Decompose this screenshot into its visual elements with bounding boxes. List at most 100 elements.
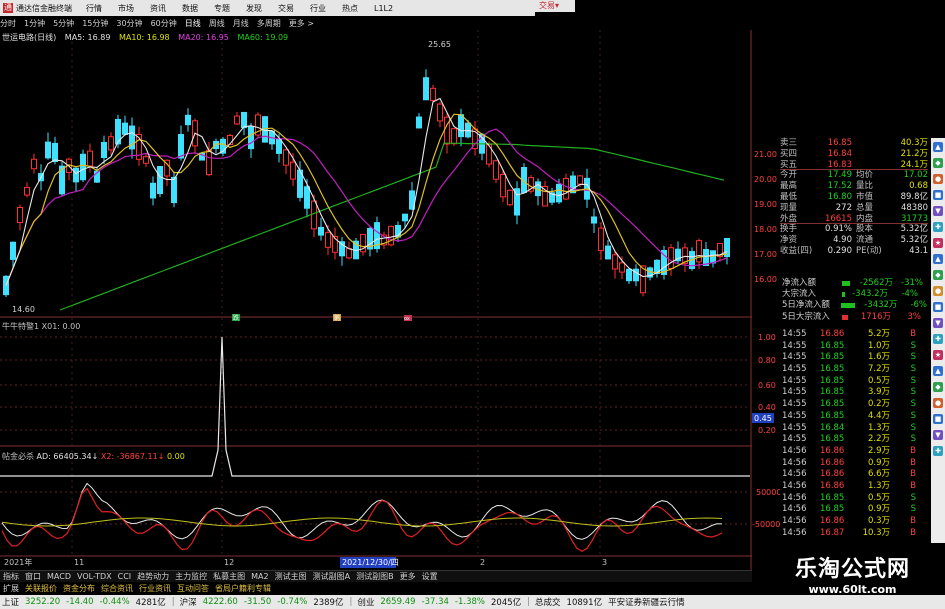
tick-row: 14:56 16.86 6.6万 B xyxy=(782,469,927,481)
tick-list[interactable]: 14:55 16.86 5.2万 B 14:55 16.85 1.0万 S 14:55 16.85… xyxy=(782,329,927,539)
menu-item-faxian[interactable]: 发现 xyxy=(246,3,262,14)
tool-icon[interactable]: ★ xyxy=(933,238,943,248)
tab-private[interactable]: 私募主图 xyxy=(213,571,245,582)
tool-icon[interactable]: ✚ xyxy=(933,222,943,232)
tab-test-main[interactable]: 测试主图 xyxy=(275,571,307,582)
period-60min[interactable]: 60分钟 xyxy=(151,18,177,29)
tab-industry-news[interactable]: 行业资讯 xyxy=(139,583,171,594)
candle-body xyxy=(311,200,317,230)
app-title: 通达信金融终端 xyxy=(16,3,72,13)
tool-icon[interactable]: ▼ xyxy=(933,318,943,328)
tab-ma2[interactable]: MA2 xyxy=(251,572,268,581)
tool-icon[interactable]: ■ xyxy=(933,414,943,424)
candle-body xyxy=(248,125,254,150)
menu-item-zixun[interactable]: 资讯 xyxy=(150,3,166,14)
tool-icon[interactable]: ★ xyxy=(933,350,943,360)
menu-item-redian[interactable]: 热点 xyxy=(342,3,358,14)
tool-icon[interactable]: ▼ xyxy=(933,206,943,216)
tool-icon[interactable]: ✚ xyxy=(933,446,943,456)
tick-volume: 0.5万 xyxy=(867,375,890,386)
menu-item-shichang[interactable]: 市场 xyxy=(118,3,134,14)
tab-more[interactable]: 更多 xyxy=(400,571,416,582)
period-5min[interactable]: 5分钟 xyxy=(53,18,74,29)
tool-icon[interactable]: ◆ xyxy=(933,158,943,168)
flow-bar xyxy=(842,314,848,320)
tab-fund-dist[interactable]: 资金分布 xyxy=(63,583,95,594)
tab-test-b[interactable]: 测试副图B xyxy=(356,571,394,582)
period-bar: 分时 1分钟 5分钟 15分钟 30分钟 60分钟 日线 周线 月线 多周期 更… xyxy=(0,16,535,30)
tab-special[interactable]: 省局户籍利专辑 xyxy=(215,583,271,594)
trade-button[interactable]: 交易▾ xyxy=(535,0,575,12)
period-monthly[interactable]: 月线 xyxy=(233,18,249,29)
index-name[interactable]: 上证 xyxy=(2,596,19,608)
tool-icon[interactable]: ▲ xyxy=(933,254,943,264)
candle-body xyxy=(31,158,37,170)
index-name[interactable]: 创业 xyxy=(357,596,374,608)
tick-price: 16.86 xyxy=(820,516,845,526)
candle-body xyxy=(80,153,86,181)
tool-icon[interactable]: ■ xyxy=(933,302,943,312)
tool-icon[interactable]: ● xyxy=(933,174,943,184)
period-weekly[interactable]: 周线 xyxy=(209,18,225,29)
tick-direction: B xyxy=(910,527,916,538)
tab-vol[interactable]: VOL-TDX xyxy=(77,572,112,581)
flow-row: 5日大宗流入 1716万 3% xyxy=(782,311,921,322)
tool-icon[interactable]: ■ xyxy=(933,190,943,200)
tick-price: 16.85 xyxy=(820,492,845,503)
candle-body xyxy=(45,141,51,159)
tick-volume: 10.3万 xyxy=(862,527,890,538)
index-name[interactable]: 沪深 xyxy=(180,596,197,608)
tab-test-a[interactable]: 测试副图A xyxy=(313,571,350,582)
tool-icon[interactable]: ✚ xyxy=(933,334,943,344)
tab-macd[interactable]: MACD xyxy=(47,572,71,581)
tab-expand[interactable]: 扩展 xyxy=(3,583,19,594)
kline-chart-area[interactable]: 25.65 14.60 跌 鹅 ox 2021年 11 12 2021/12/3… xyxy=(0,30,752,570)
tab-settings[interactable]: 设置 xyxy=(422,571,438,582)
tick-time: 14:56 xyxy=(782,457,807,468)
candlestick-series xyxy=(3,69,730,298)
index-value: 3252.20 xyxy=(25,597,61,607)
ind2-x2-value: X2: -36867.11↓ xyxy=(100,452,165,461)
menu-item-hangye[interactable]: 行业 xyxy=(310,3,326,14)
period-30min[interactable]: 30分钟 xyxy=(116,18,142,29)
period-fenshi[interactable]: 分时 xyxy=(0,18,16,29)
menu-item-l1l2[interactable]: L1L2 xyxy=(374,4,393,13)
orderbook-row: 卖三 16.85 40.3万 xyxy=(780,138,928,148)
period-more[interactable]: 更多 > xyxy=(289,18,314,29)
ind2-x3-value: 0.00 xyxy=(166,452,185,461)
period-1min[interactable]: 1分钟 xyxy=(24,18,45,29)
menu-item-hangqing[interactable]: 行情 xyxy=(86,3,102,14)
period-multi[interactable]: 多周期 xyxy=(257,18,281,29)
ind2-name: 帖金必杀 xyxy=(2,452,34,461)
tab-indicator[interactable]: 指标 xyxy=(3,571,19,582)
tick-row: 14:56 16.86 1.3万 B xyxy=(782,481,927,493)
tick-volume: 5.2万 xyxy=(867,329,890,339)
tab-related[interactable]: 关联报价 xyxy=(25,583,57,594)
menu-item-shuju[interactable]: 数据 xyxy=(182,3,198,14)
period-15min[interactable]: 15分钟 xyxy=(82,18,108,29)
tick-direction: S xyxy=(910,352,916,363)
candle-body xyxy=(10,241,16,260)
tab-qa[interactable]: 互动问答 xyxy=(177,583,209,594)
period-daily[interactable]: 日线 xyxy=(185,18,201,29)
candle-body xyxy=(122,122,128,135)
tool-icon[interactable]: ◆ xyxy=(933,270,943,280)
tab-cci[interactable]: CCI xyxy=(118,572,132,581)
candle-body xyxy=(143,156,149,164)
tool-icon[interactable]: ▲ xyxy=(933,142,943,152)
tick-volume: 1.3万 xyxy=(867,480,890,491)
tool-icon[interactable]: ▲ xyxy=(933,366,943,376)
ind1-axis-tick: 0.60 xyxy=(758,381,776,390)
tab-monitor[interactable]: 主力监控 xyxy=(175,571,207,582)
tick-time: 14:55 xyxy=(782,352,807,363)
menu-item-jiaoyi[interactable]: 交易 xyxy=(278,3,294,14)
tab-window[interactable]: 窗口 xyxy=(25,571,41,582)
tab-news[interactable]: 综合资讯 xyxy=(101,583,133,594)
candle-body xyxy=(388,225,394,246)
tab-trend[interactable]: 趋势动力 xyxy=(137,571,169,582)
tool-icon[interactable]: ● xyxy=(933,398,943,408)
tool-icon[interactable]: ● xyxy=(933,286,943,296)
tool-icon[interactable]: ▼ xyxy=(933,430,943,440)
menu-item-zhuanti[interactable]: 专题 xyxy=(214,3,230,14)
tool-icon[interactable]: ◆ xyxy=(933,382,943,392)
